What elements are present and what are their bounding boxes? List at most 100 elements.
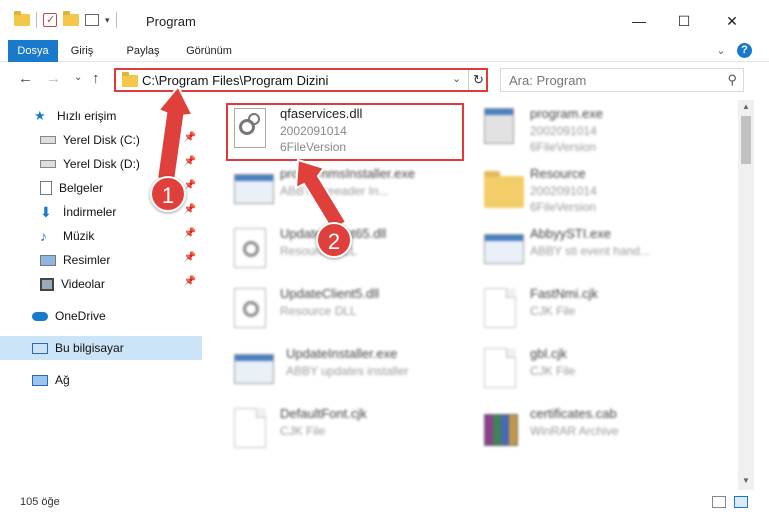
sidebar-item-videolar[interactable]: Videolar 📌: [0, 272, 202, 296]
tab-paylas[interactable]: Paylaş: [118, 40, 168, 62]
star-icon: ★: [34, 108, 46, 123]
navigation-bar: ← → ⌄ ↑ C:\Program Files\Program Dizini …: [0, 62, 769, 98]
up-arrow-icon[interactable]: ↑: [92, 70, 100, 87]
scrollbar-thumb[interactable]: [741, 116, 751, 164]
computer-icon: [32, 342, 48, 354]
chevron-down-icon[interactable]: ⌄: [714, 40, 728, 62]
recent-locations-icon[interactable]: ⌄: [74, 72, 82, 83]
close-button[interactable]: ✕: [714, 6, 750, 36]
scroll-down-icon[interactable]: ▼: [742, 476, 750, 485]
file-tile[interactable]: DefaultFont.cjk CJK File: [230, 404, 460, 460]
sidebar-item-network[interactable]: Ağ: [0, 368, 202, 392]
chevron-down-icon[interactable]: ⌄: [452, 72, 461, 85]
file-name: DefaultFont.cjk: [280, 406, 367, 421]
sidebar-item-label: Videolar: [61, 277, 105, 291]
navigation-pane: ★ Hızlı erişim Yerel Disk (C:) 📌 Yerel D…: [0, 100, 206, 490]
sidebar-item-label: Yerel Disk (D:): [63, 157, 140, 171]
file-tile[interactable]: UpdateClient5.dll Resource DLL: [230, 284, 460, 340]
window-title: Program: [146, 14, 196, 29]
sidebar-item-label: Resimler: [63, 253, 111, 267]
rar-archive-icon: [484, 408, 522, 452]
sidebar-item-this-pc[interactable]: Bu bilgisayar: [0, 336, 202, 360]
blank-file-icon: [484, 348, 522, 392]
file-tile[interactable]: gbl.cjk CJK File: [480, 344, 710, 400]
folder-icon: [484, 168, 524, 212]
file-detail: 6FileVersion: [530, 140, 597, 154]
search-placeholder: Ara: Program: [509, 73, 587, 88]
music-icon: ♪: [40, 228, 47, 244]
sidebar-item-muzik[interactable]: ♪ Müzik 📌: [0, 224, 202, 248]
file-tile[interactable]: certificates.cab WinRAR Archive: [480, 404, 710, 460]
pin-icon[interactable]: 📌: [184, 204, 196, 215]
maximize-button[interactable]: ☐: [666, 6, 702, 36]
blank-file-icon: [484, 288, 522, 332]
sidebar-item-disk-c[interactable]: Yerel Disk (C:) 📌: [0, 128, 202, 152]
file-tile[interactable]: FastNmi.cjk CJK File: [480, 284, 710, 340]
file-tile[interactable]: AbbyySTI.exe ABBY sti event hand...: [480, 224, 710, 280]
sidebar-item-resimler[interactable]: Resimler 📌: [0, 248, 202, 272]
tab-giris[interactable]: Giriş: [62, 40, 102, 62]
back-arrow-icon[interactable]: ←: [18, 70, 33, 87]
file-detail: WinRAR Archive: [530, 424, 619, 438]
address-path[interactable]: C:\Program Files\Program Dizini: [142, 73, 328, 88]
tab-dosya[interactable]: Dosya: [8, 40, 58, 62]
file-tile[interactable]: program.exe 2002091014 6FileVersion: [480, 104, 710, 160]
sidebar-item-label: Müzik: [63, 229, 95, 243]
refresh-icon[interactable]: ↻: [468, 70, 488, 90]
videos-icon: [40, 277, 54, 291]
forward-arrow-icon[interactable]: →: [46, 70, 61, 87]
address-bar[interactable]: C:\Program Files\Program Dizini ⌄ ↻: [114, 68, 488, 92]
download-icon: ⬇: [40, 204, 52, 220]
title-bar: ✓ ▾ Program — ☐ ✕: [0, 0, 769, 40]
window-exe-icon: [234, 168, 274, 212]
file-name: FastNmi.cjk: [530, 286, 598, 301]
pin-icon[interactable]: 📌: [184, 276, 196, 287]
properties-icon[interactable]: ✓: [43, 13, 57, 27]
file-tile[interactable]: UpdateInstaller.exe ABBY updates install…: [230, 344, 460, 400]
quick-access-toolbar: ✓ ▾: [14, 11, 117, 28]
file-detail: ABBY sti event hand...: [530, 244, 650, 258]
installer-icon: [484, 108, 522, 152]
divider: [36, 12, 37, 28]
file-name: program.exe: [530, 106, 603, 121]
window-exe-icon: [484, 228, 524, 272]
file-detail: Resource DLL: [280, 304, 357, 318]
file-detail: ABBY fineeader In...: [280, 184, 389, 198]
sidebar-item-label: Ağ: [55, 373, 70, 387]
view-menu-icon[interactable]: [85, 14, 99, 26]
chevron-down-icon[interactable]: ▾: [105, 15, 110, 26]
sidebar-item-label: Belgeler: [59, 181, 104, 195]
new-folder-icon[interactable]: [63, 11, 79, 26]
sidebar-item-onedrive[interactable]: OneDrive: [0, 304, 202, 328]
help-icon[interactable]: ?: [737, 43, 752, 58]
ribbon: Dosya Giriş Paylaş Görünüm ⌄ ?: [0, 40, 769, 62]
network-icon: [32, 374, 48, 386]
highlight-box: [226, 103, 464, 161]
details-view-icon[interactable]: [712, 496, 726, 508]
pin-icon[interactable]: 📌: [184, 252, 196, 263]
window-exe-icon: [234, 348, 274, 392]
file-name: Resource: [530, 166, 586, 181]
scroll-up-icon[interactable]: ▲: [742, 102, 750, 111]
gear-file-icon: [234, 288, 272, 332]
pictures-icon: [40, 254, 56, 266]
file-detail: CJK File: [530, 364, 576, 378]
search-icon[interactable]: ⚲: [727, 72, 737, 88]
scrollbar[interactable]: ▲ ▼: [738, 100, 754, 490]
file-tile[interactable]: Resource 2002091014 6FileVersion: [480, 164, 710, 220]
sidebar-item-quick-access[interactable]: ★ Hızlı erişim: [0, 104, 202, 128]
search-input[interactable]: Ara: Program ⚲: [500, 68, 744, 92]
sidebar-item-disk-d[interactable]: Yerel Disk (D:) 📌: [0, 152, 202, 176]
file-tile[interactable]: programmsInstaller.exe ABBY fineeader In…: [230, 164, 460, 220]
minimize-button[interactable]: —: [621, 6, 657, 36]
sidebar-item-label: Yerel Disk (C:): [63, 133, 140, 147]
pin-icon[interactable]: 📌: [184, 156, 196, 167]
pin-icon[interactable]: 📌: [184, 132, 196, 143]
item-count: 105 öğe: [20, 496, 60, 508]
folder-icon: [122, 72, 138, 87]
pin-icon[interactable]: 📌: [184, 228, 196, 239]
status-bar: 105 öğe: [0, 490, 769, 529]
tiles-view-icon[interactable]: [734, 496, 748, 508]
drive-icon: [40, 136, 56, 144]
tab-gorunum[interactable]: Görünüm: [178, 40, 240, 62]
